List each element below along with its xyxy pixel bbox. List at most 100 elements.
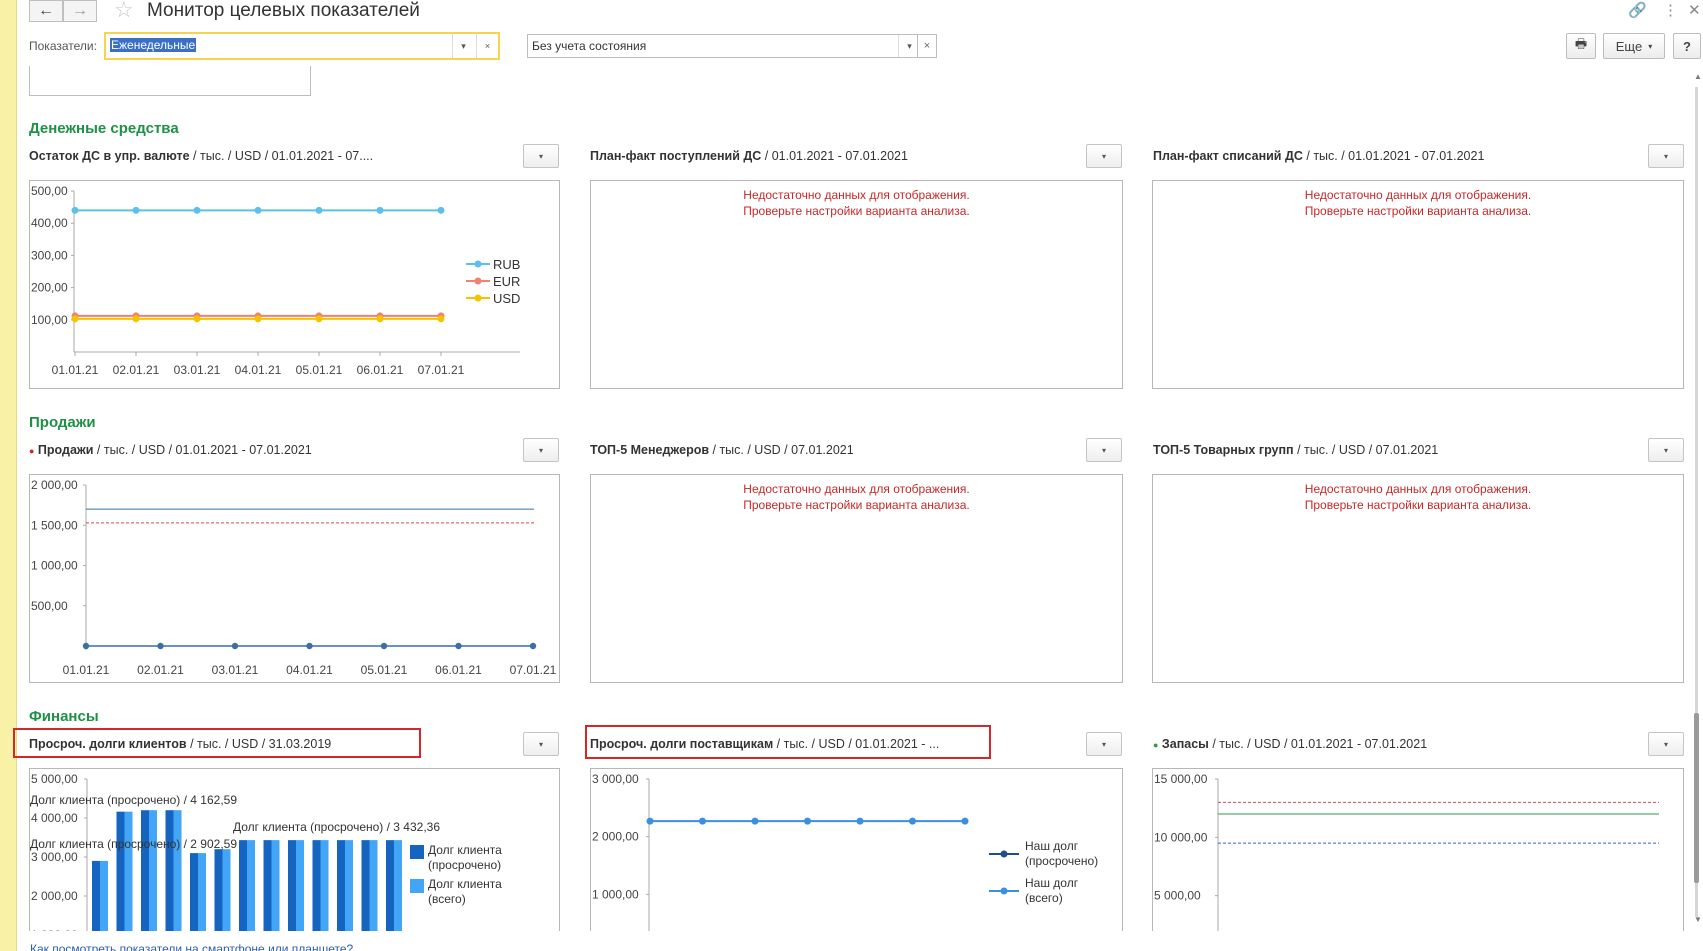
client-debt-chart: 1 000,00 2 000,00 3 000,00 4 000,00 5 000,00… [30,772,502,931]
x-tick-label: 01.01.21 [63,663,110,677]
back-button[interactable]: ← [29,0,63,22]
panel-menu-button[interactable]: ▾ [1648,438,1684,462]
state-select[interactable]: Без учета состояния ▾ [527,34,921,58]
data-point-rub [193,206,201,214]
y-tick-label: 1 000,00 [592,887,639,901]
clear-icon[interactable]: × [476,34,498,58]
scroll-up-icon[interactable]: ▲ [1694,72,1702,81]
chart-cash-balance[interactable]: 100,00 200,00 300,00 400,00 500,00 01.01.21 02… [29,180,560,389]
x-tick-label: 05.01.21 [361,663,408,677]
panel-cash-in: Недостаточно данных для отображения. Пров… [590,180,1123,389]
data-annotation: Долг клиента (просрочено) / 3 432,36 [233,820,440,834]
panel-menu-button[interactable]: ▾ [1648,732,1684,756]
panel-menu-button[interactable]: ▾ [523,732,559,756]
arrow-left-icon: ← [38,2,54,19]
bar-overdue [239,840,247,931]
scroll-down-icon[interactable]: ▼ [1694,915,1702,924]
data-point-our-debt-total [856,817,864,825]
bar-overdue [165,810,174,931]
y-tick-label: 3 000,00 [31,850,78,864]
legend-label: EUR [493,274,520,289]
legend-marker [474,294,482,302]
data-point-sales [306,642,313,650]
legend-swatch [410,845,424,859]
legend-label: Долг клиента [428,843,502,857]
scroll-thumb[interactable] [1694,713,1699,883]
favorite-star-icon[interactable]: ☆ [114,0,134,21]
vertical-scrollbar[interactable]: ▲ ▼ [1692,72,1702,925]
legend-label: (всего) [1025,891,1063,905]
y-tick-label: 300,00 [31,248,68,262]
bar-total [345,840,353,931]
data-point-rub [254,206,262,214]
y-tick-label: 5 000,00 [1154,889,1201,903]
panel-title-cash-out[interactable]: План-факт списаний ДС / тыс. / 01.01.202… [1153,149,1633,163]
panel-menu-button[interactable]: ▾ [1648,144,1684,168]
panel-title-cash-balance[interactable]: Остаток ДС в упр. валюте / тыс. / USD / … [29,149,519,163]
close-icon[interactable]: ✕ [1688,1,1701,19]
y-tick-label: 1 000,00 [31,928,78,931]
y-tick-label: 2 000,00 [592,830,639,844]
y-tick-label: 500,00 [31,184,68,198]
bar-overdue [116,811,125,931]
y-tick-label: 2 000,00 [31,478,78,492]
indicators-select[interactable]: Еженедельные ▾ × [104,32,500,60]
data-point-rub [376,206,384,214]
x-tick-label: 03.01.21 [212,663,259,677]
page-title: Монитор целевых показателей [147,0,420,21]
data-annotation: Долг клиента (просрочено) / 4 162,59 [30,793,237,807]
data-point-sales [82,642,90,650]
printer-icon: 🖶 [1574,36,1588,51]
panel-title-client-debt[interactable]: Просроч. долги клиентов / тыс. / USD / 3… [29,737,419,751]
legend-label: Долг клиента [428,877,502,891]
state-clear-button[interactable]: × [917,34,937,58]
more-vertical-icon[interactable]: ⋮ [1663,1,1678,19]
section-finance: Финансы [29,708,99,725]
chart-sales[interactable]: 500,00 1 000,00 1 500,00 2 000,00 01.01.21 02… [29,474,560,683]
more-button[interactable]: Еще ▾ [1603,33,1665,59]
bar-total [271,840,280,931]
bar-total [247,840,255,931]
legend-label: RUB [493,257,520,272]
chart-client-debt[interactable]: 1 000,00 2 000,00 3 000,00 4 000,00 5 000,00… [29,768,560,931]
y-tick-label: 500,00 [31,599,68,613]
y-tick-label: 200,00 [31,281,68,295]
help-button[interactable]: ? [1673,33,1701,59]
data-point-rub [132,206,140,214]
panel-title-sales[interactable]: ● Продажи / тыс. / USD / 01.01.2021 - 07… [29,443,519,457]
link-icon[interactable]: 🔗 [1628,1,1647,19]
bar-total [124,811,133,931]
bar-total [320,840,329,931]
bar-total [296,840,304,931]
panel-title-supplier-debt[interactable]: Просроч. долги поставщикам / тыс. / USD … [590,737,986,751]
y-tick-label: 5 000,00 [31,772,78,786]
data-point-usd [254,315,262,323]
chart-supplier-debt[interactable]: 1 000,00 2 000,00 3 000,00 Наш долг (просроч… [590,768,1123,931]
mobile-help-link[interactable]: Как посмотреть показатели на смартфоне и… [30,942,353,951]
bar-total [394,840,402,931]
x-tick-label: 04.01.21 [286,663,333,677]
panel-menu-button[interactable]: ▾ [1086,144,1122,168]
panel-menu-button[interactable]: ▾ [1086,438,1122,462]
panel-menu-button[interactable]: ▾ [1086,732,1122,756]
panel-title-stock[interactable]: ● Запасы / тыс. / USD / 01.01.2021 - 07.… [1153,737,1633,751]
panel-cash-out: Недостаточно данных для отображения. Пров… [1152,180,1684,389]
legend-swatch [410,879,424,893]
supplier-debt-chart: 1 000,002 000,003 000,00Наш долг(просроч… [592,772,1098,931]
panel-menu-button[interactable]: ▾ [523,438,559,462]
panel-menu-button[interactable]: ▾ [523,144,559,168]
bar-overdue [141,810,149,931]
bar-total [173,810,182,931]
nodata-message: Недостаточно данных для отображения. Пров… [743,188,970,218]
panel-title-top-groups[interactable]: ТОП-5 Товарных групп / тыс. / USD / 07.0… [1153,443,1633,457]
data-point-sales [455,642,462,650]
forward-button[interactable]: → [63,0,97,22]
panel-title-cash-in[interactable]: План-факт поступлений ДС / 01.01.2021 - … [590,149,1070,163]
bar-overdue [263,840,272,931]
chevron-down-icon[interactable]: ▾ [452,34,474,58]
chart-stock[interactable]: 5 000,00 10 000,00 15 000,00 [1152,768,1684,931]
nodata-message: Недостаточно данных для отображения. Пров… [1304,188,1532,218]
status-dot-icon: ● [29,446,35,456]
print-button[interactable]: 🖶 [1566,33,1596,59]
panel-title-top-managers[interactable]: ТОП-5 Менеджеров / тыс. / USD / 07.01.20… [590,443,1070,457]
